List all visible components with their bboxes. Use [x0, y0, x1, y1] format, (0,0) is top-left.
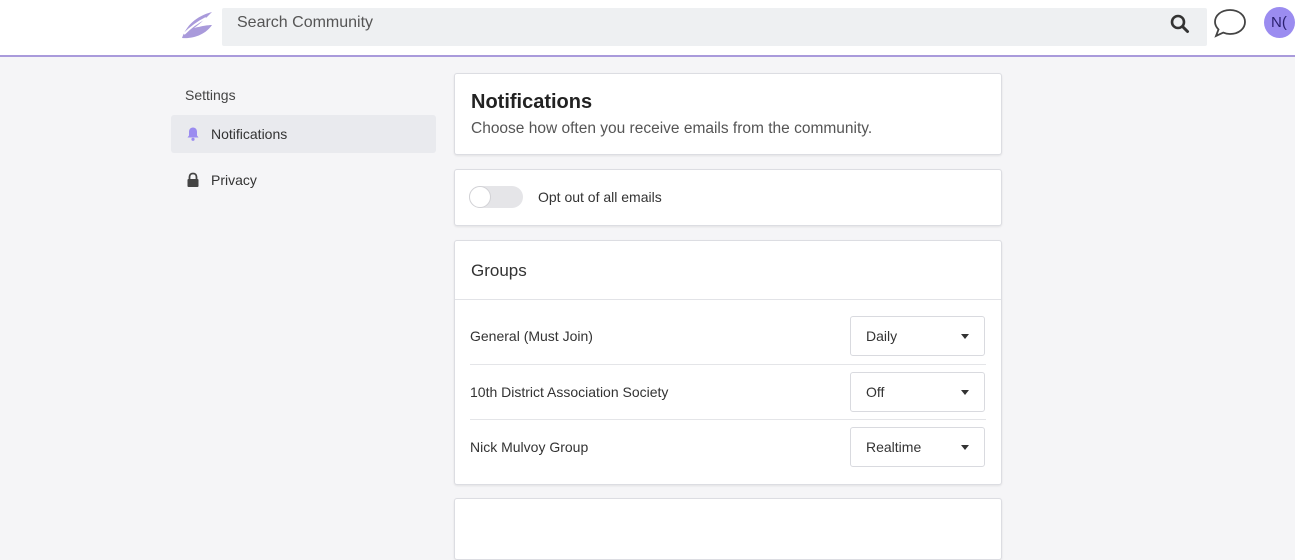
- search-bar[interactable]: Search Community: [222, 8, 1207, 46]
- search-input[interactable]: Search Community: [237, 8, 373, 38]
- sidebar-item-notifications[interactable]: Notifications: [171, 115, 436, 153]
- chat-bubble-icon[interactable]: [1212, 6, 1248, 40]
- community-logo[interactable]: [176, 8, 216, 42]
- frequency-value: Daily: [866, 328, 898, 344]
- caret-down-icon: [961, 334, 969, 339]
- frequency-select[interactable]: Daily: [850, 316, 985, 356]
- group-name: General (Must Join): [470, 328, 593, 344]
- group-row: General (Must Join) Daily: [470, 309, 986, 364]
- sidebar-item-privacy[interactable]: Privacy: [171, 161, 436, 199]
- lock-icon: [187, 172, 199, 187]
- opt-out-label: Opt out of all emails: [538, 189, 662, 205]
- opt-out-card: Opt out of all emails: [454, 169, 1002, 226]
- notifications-header-card: Notifications Choose how often you recei…: [454, 73, 1002, 155]
- frequency-select[interactable]: Realtime: [850, 427, 985, 467]
- group-name: 10th District Association Society: [470, 384, 669, 400]
- toggle-knob: [469, 186, 491, 208]
- page-subtitle: Choose how often you receive emails from…: [471, 120, 873, 137]
- sidebar-item-label: Notifications: [211, 126, 288, 142]
- sidebar-item-label: Privacy: [211, 172, 257, 188]
- sidebar-heading: Settings: [185, 87, 236, 103]
- next-section-card: [454, 498, 1002, 560]
- frequency-value: Off: [866, 384, 885, 400]
- group-row: Nick Mulvoy Group Realtime: [470, 419, 986, 475]
- divider: [455, 299, 1001, 300]
- group-row: 10th District Association Society Off: [470, 364, 986, 420]
- caret-down-icon: [961, 390, 969, 395]
- page-title: Notifications: [471, 91, 593, 113]
- frequency-select[interactable]: Off: [850, 372, 985, 412]
- top-bar: Search Community N(: [0, 0, 1295, 57]
- user-avatar[interactable]: N(: [1264, 7, 1295, 38]
- settings-sidebar: Settings Notifications Privacy: [171, 80, 436, 199]
- groups-title: Groups: [471, 261, 527, 280]
- frequency-value: Realtime: [866, 439, 922, 455]
- opt-out-toggle[interactable]: [469, 186, 523, 208]
- group-name: Nick Mulvoy Group: [470, 439, 589, 455]
- caret-down-icon: [961, 445, 969, 450]
- search-icon[interactable]: [1168, 12, 1192, 36]
- groups-card: Groups General (Must Join) Daily 10th Di…: [454, 240, 1002, 485]
- bell-icon: [187, 127, 199, 141]
